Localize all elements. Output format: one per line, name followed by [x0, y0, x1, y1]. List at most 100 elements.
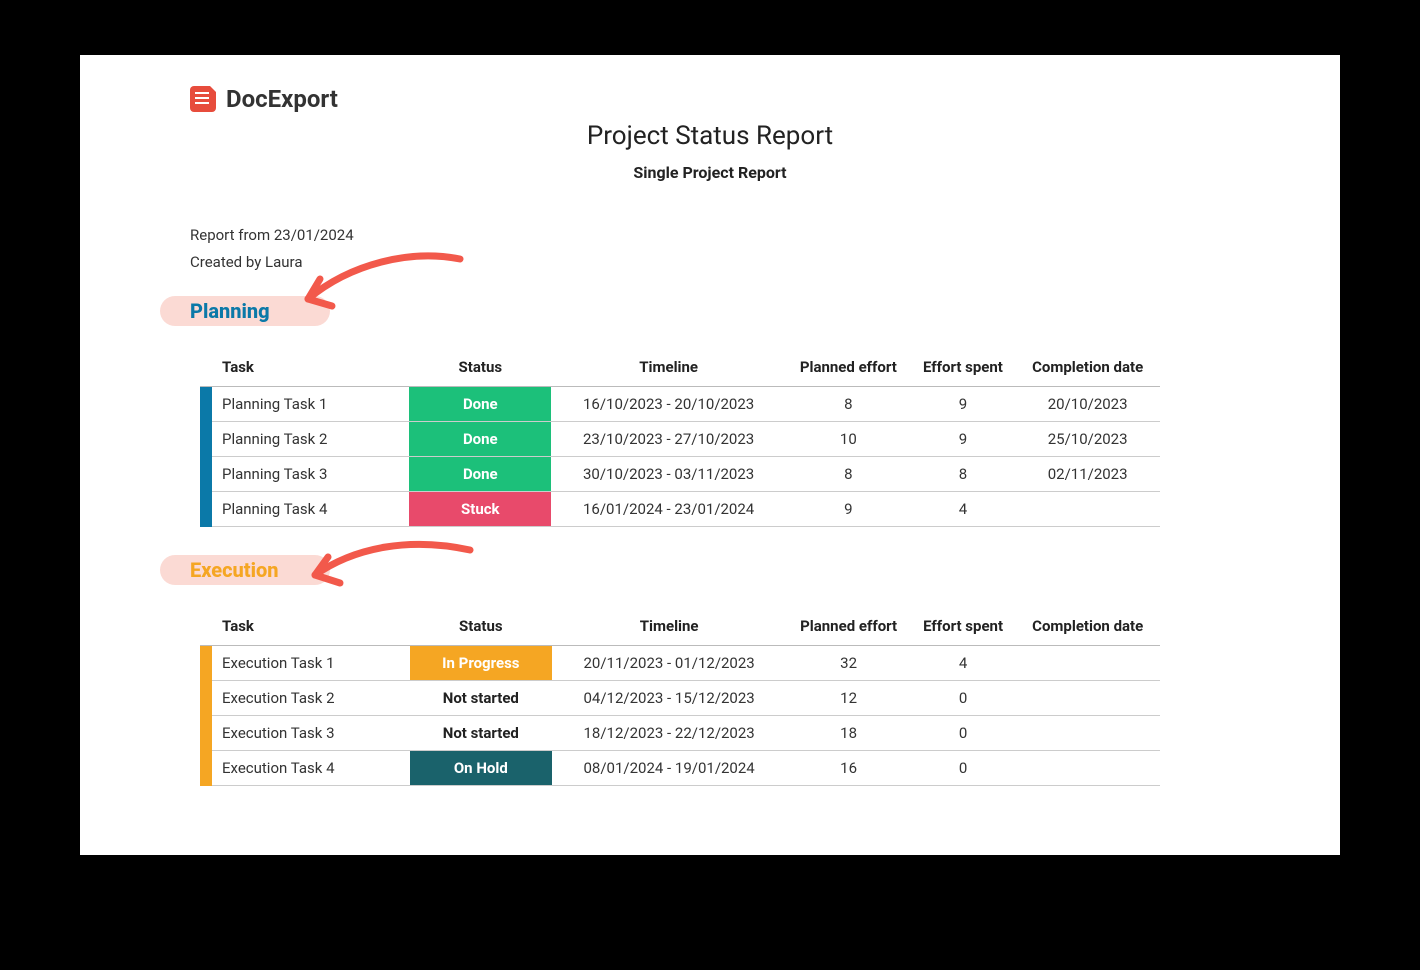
cell-planned-effort: 10 [786, 422, 910, 457]
cell-status: Done [409, 422, 551, 457]
cell-planned-effort: 32 [786, 646, 910, 681]
docexport-icon [190, 86, 216, 112]
cell-timeline: 20/11/2023 - 01/12/2023 [552, 646, 787, 681]
cell-planned-effort: 9 [786, 492, 910, 527]
table-row: Planning Task 1Done16/10/2023 - 20/10/20… [200, 387, 1160, 422]
col-status: Status [410, 609, 552, 646]
cell-effort-spent: 0 [911, 681, 1016, 716]
status-badge: Done [409, 387, 551, 421]
table-row: Execution Task 4On Hold08/01/2024 - 19/0… [200, 751, 1160, 786]
cell-status: Not started [410, 681, 552, 716]
section-execution: Execution Task Status Timeline [130, 553, 1290, 786]
status-badge: Not started [410, 716, 552, 750]
cell-timeline: 16/01/2024 - 23/01/2024 [551, 492, 786, 527]
execution-tbody: Execution Task 1In Progress20/11/2023 - … [200, 646, 1160, 786]
cell-completion-date: 20/10/2023 [1015, 387, 1160, 422]
cell-task: Execution Task 4 [212, 751, 410, 786]
col-planned-effort: Planned effort [786, 609, 910, 646]
created-by: Created by Laura [190, 249, 1290, 276]
col-effort-spent: Effort spent [911, 609, 1016, 646]
cell-status: Stuck [409, 492, 551, 527]
row-stripe [200, 387, 212, 422]
cell-completion-date [1015, 716, 1160, 751]
section-planning: Planning Task Status Timeli [130, 294, 1290, 527]
cell-completion-date [1015, 681, 1160, 716]
row-stripe [200, 751, 212, 786]
cell-timeline: 08/01/2024 - 19/01/2024 [552, 751, 787, 786]
cell-effort-spent: 0 [911, 751, 1016, 786]
brand-logo: DocExport [190, 85, 1290, 113]
col-timeline: Timeline [551, 350, 786, 387]
cell-timeline: 23/10/2023 - 27/10/2023 [551, 422, 786, 457]
status-badge: Done [409, 422, 551, 456]
cell-completion-date: 02/11/2023 [1015, 457, 1160, 492]
table-row: Planning Task 4Stuck16/01/2024 - 23/01/2… [200, 492, 1160, 527]
cell-effort-spent: 4 [911, 646, 1016, 681]
cell-task: Planning Task 1 [212, 387, 409, 422]
cell-effort-spent: 9 [911, 422, 1016, 457]
col-task: Task [212, 350, 409, 387]
cell-planned-effort: 12 [786, 681, 910, 716]
planning-table: Task Status Timeline Planned effort Effo… [200, 350, 1160, 527]
cell-effort-spent: 4 [911, 492, 1016, 527]
cell-status: In Progress [410, 646, 552, 681]
row-stripe [200, 422, 212, 457]
table-row: Execution Task 3Not started18/12/2023 - … [200, 716, 1160, 751]
section-title-planning: Planning [160, 294, 1290, 328]
row-stripe [200, 646, 212, 681]
col-status: Status [409, 350, 551, 387]
execution-table: Task Status Timeline Planned effort Effo… [200, 609, 1160, 786]
row-stripe [200, 492, 212, 527]
cell-completion-date [1015, 751, 1160, 786]
cell-completion-date: 25/10/2023 [1015, 422, 1160, 457]
cell-effort-spent: 0 [911, 716, 1016, 751]
cell-task: Planning Task 3 [212, 457, 409, 492]
cell-timeline: 04/12/2023 - 15/12/2023 [552, 681, 787, 716]
col-planned-effort: Planned effort [786, 350, 910, 387]
planning-tbody: Planning Task 1Done16/10/2023 - 20/10/20… [200, 387, 1160, 527]
col-completion-date: Completion date [1015, 609, 1160, 646]
cell-planned-effort: 18 [786, 716, 910, 751]
col-completion-date: Completion date [1015, 350, 1160, 387]
cell-task: Execution Task 1 [212, 646, 410, 681]
report-from: Report from 23/01/2024 [190, 222, 1290, 249]
cell-timeline: 30/10/2023 - 03/11/2023 [551, 457, 786, 492]
report-meta: Report from 23/01/2024 Created by Laura [190, 222, 1290, 276]
row-stripe [200, 457, 212, 492]
table-row: Planning Task 3Done30/10/2023 - 03/11/20… [200, 457, 1160, 492]
table-header-row: Task Status Timeline Planned effort Effo… [200, 609, 1160, 646]
section-title-execution: Execution [160, 553, 1290, 587]
cell-timeline: 16/10/2023 - 20/10/2023 [551, 387, 786, 422]
cell-planned-effort: 8 [786, 387, 910, 422]
cell-task: Execution Task 2 [212, 681, 410, 716]
cell-task: Execution Task 3 [212, 716, 410, 751]
report-subtitle: Single Project Report [130, 163, 1290, 182]
report-page: DocExport Project Status Report Single P… [80, 55, 1340, 855]
cell-task: Planning Task 2 [212, 422, 409, 457]
col-effort-spent: Effort spent [911, 350, 1016, 387]
cell-effort-spent: 8 [911, 457, 1016, 492]
table-row: Execution Task 1In Progress20/11/2023 - … [200, 646, 1160, 681]
status-badge: In Progress [410, 646, 552, 680]
row-stripe [200, 716, 212, 751]
table-header-row: Task Status Timeline Planned effort Effo… [200, 350, 1160, 387]
status-badge: Stuck [409, 492, 551, 526]
status-badge: On Hold [410, 751, 552, 785]
status-badge: Done [409, 457, 551, 491]
row-stripe [200, 681, 212, 716]
cell-effort-spent: 9 [911, 387, 1016, 422]
table-row: Execution Task 2Not started04/12/2023 - … [200, 681, 1160, 716]
cell-timeline: 18/12/2023 - 22/12/2023 [552, 716, 787, 751]
report-title: Project Status Report [130, 121, 1290, 151]
cell-status: Done [409, 387, 551, 422]
col-task: Task [212, 609, 410, 646]
cell-completion-date [1015, 492, 1160, 527]
col-timeline: Timeline [552, 609, 787, 646]
cell-planned-effort: 8 [786, 457, 910, 492]
cell-planned-effort: 16 [786, 751, 910, 786]
table-row: Planning Task 2Done23/10/2023 - 27/10/20… [200, 422, 1160, 457]
cell-completion-date [1015, 646, 1160, 681]
cell-status: Done [409, 457, 551, 492]
brand-name: DocExport [226, 85, 338, 113]
cell-task: Planning Task 4 [212, 492, 409, 527]
